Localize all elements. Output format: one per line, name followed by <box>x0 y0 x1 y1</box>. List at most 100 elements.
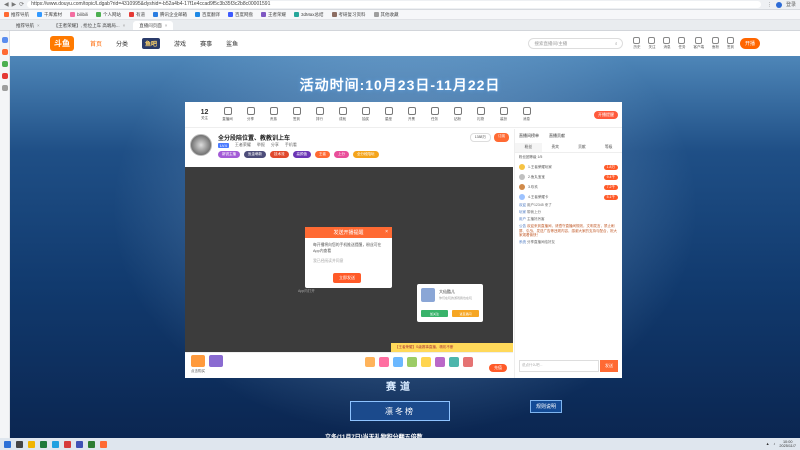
folder-icon[interactable] <box>28 440 35 448</box>
recommend-avatar[interactable] <box>421 288 435 302</box>
toolbar-follow[interactable]: 12 关注 <box>193 109 216 121</box>
anchor-avatar[interactable] <box>190 134 212 156</box>
nav-esports[interactable]: 赛事 <box>200 39 212 48</box>
tab-level[interactable]: 等级 <box>595 143 622 152</box>
send-button[interactable]: 发送 <box>600 360 618 372</box>
network-icon[interactable]: ▲ <box>766 442 770 446</box>
send-reminder-button[interactable]: 立即发送 <box>333 273 361 283</box>
category-link[interactable]: 王者荣耀 <box>235 142 251 148</box>
toolbar-star[interactable]: 星座 <box>377 107 400 122</box>
close-icon[interactable]: × <box>123 23 126 28</box>
toolbar-lottery[interactable]: 抽奖 <box>354 107 377 122</box>
tab-3[interactable]: 直播间页面 × <box>133 21 174 30</box>
nav-category[interactable]: 分类 <box>116 39 128 48</box>
gift-item[interactable] <box>191 355 205 367</box>
toolbar-dress[interactable]: 装扮 <box>492 107 515 122</box>
app-icon[interactable] <box>64 440 71 448</box>
toolbar-diamond[interactable]: 钻粉 <box>446 107 469 122</box>
gift-item[interactable] <box>407 357 417 367</box>
checkin-button[interactable]: 签到 <box>726 37 734 50</box>
list-item[interactable]: 1.王者荣耀玩家 1.8万 <box>515 162 622 172</box>
toolbar-rank[interactable]: 排行 <box>308 107 331 122</box>
history-button[interactable]: 历史 <box>633 37 641 50</box>
client-button[interactable]: 客户端 <box>693 37 704 50</box>
url-field[interactable]: https://www.douyu.com/topic/Ldgab?rid=43… <box>27 1 761 8</box>
close-icon[interactable]: × <box>37 23 40 28</box>
sidebar-app-icon[interactable] <box>2 37 8 43</box>
toolbar-achievement[interactable]: 成就 <box>331 107 354 122</box>
toolbar-noble[interactable]: 贵族 <box>262 107 285 122</box>
bookmark-item[interactable]: 考研复习资料 <box>331 12 366 18</box>
mobile-link[interactable]: 手机看 <box>285 142 297 148</box>
bookmark-item[interactable]: 其他收藏 <box>373 12 399 18</box>
nav-games[interactable]: 游戏 <box>174 39 186 48</box>
rank-button[interactable]: 凛冬榜 <box>350 401 450 421</box>
follow-button[interactable]: 关注 <box>648 37 656 50</box>
start-stream-button[interactable]: 开播 <box>739 38 760 49</box>
charge-button[interactable]: 充值 <box>489 364 507 372</box>
app-icon[interactable] <box>76 440 83 448</box>
bookmark-item[interactable]: 腾讯企业邮箱 <box>153 12 187 18</box>
sidebar-app-icon[interactable] <box>2 61 8 67</box>
toolbar-share[interactable]: 分享 <box>239 107 262 122</box>
agree-checkbox[interactable]: 我已经阅读并同意 <box>305 259 392 270</box>
contribution-tab[interactable]: 直播贡献 <box>549 133 565 139</box>
chat-input[interactable]: 说点什么吧... <box>519 360 599 372</box>
gift-item[interactable] <box>463 357 473 367</box>
nav-home[interactable]: 首页 <box>90 39 102 48</box>
toolbar-room[interactable]: 直播间 <box>216 107 239 122</box>
bookmark-item[interactable]: 个人网站 <box>96 12 121 18</box>
toolbar-team[interactable]: 开黑 <box>400 107 423 122</box>
list-item[interactable]: 2.鱼丸宝宝 9.4千 <box>515 172 622 182</box>
bookmark-item[interactable]: bilibili <box>70 12 88 17</box>
clock[interactable]: 10:00 2025/11/7 <box>779 440 796 448</box>
tab-2[interactable]: 【王者荣耀】, 抢位上车 高端局... × <box>48 21 132 30</box>
list-item[interactable]: 3.玖玖 7.2千 <box>515 182 622 192</box>
bookmark-item[interactable]: 推荐导航 <box>4 12 29 18</box>
nav-yuba[interactable]: 鱼吧 <box>142 38 161 49</box>
bookmark-item[interactable]: 有道 <box>129 12 145 18</box>
tab-1[interactable]: 推荐导航 × <box>10 21 46 30</box>
forward-icon[interactable]: ▶ <box>12 1 17 8</box>
tab-contribution[interactable]: 贡献 <box>569 143 596 152</box>
bookmark-item[interactable]: 王者荣耀 <box>261 12 286 18</box>
volume-icon[interactable]: ♪ <box>773 442 775 446</box>
nav-shark[interactable]: 鲨鱼 <box>226 39 238 48</box>
gift-item[interactable] <box>435 357 445 367</box>
bookmark-item[interactable]: 百度网盘 <box>228 12 253 18</box>
gift-item[interactable] <box>379 357 389 367</box>
bookmark-item[interactable]: 千库素材 <box>37 12 62 18</box>
rank-tab[interactable]: 直播间榜单 <box>519 133 539 139</box>
douyu-logo[interactable]: 斗鱼 <box>50 36 74 51</box>
gift-item[interactable] <box>421 357 431 367</box>
search-icon[interactable]: ⌕ <box>615 41 618 46</box>
browser-icon[interactable] <box>100 440 107 448</box>
close-icon[interactable]: × <box>385 229 388 235</box>
list-item[interactable]: 粉丝团等级 1/5 <box>515 153 622 162</box>
toolbar-task[interactable]: 任务 <box>423 107 446 122</box>
refresh-icon[interactable]: ⟳ <box>19 1 24 8</box>
report-link[interactable]: 举报 <box>257 142 265 148</box>
recommend-enter-button[interactable]: 进直播间 <box>452 310 479 317</box>
video-player[interactable]: 发送开播提醒 × 每开播将向您的手机推送提醒，粉丝可在App内查看 我已经阅读并同… <box>185 167 513 352</box>
bookmark-item[interactable]: 百度翻译 <box>195 12 220 18</box>
tab-vip[interactable]: 贵宾 <box>542 143 569 152</box>
bookmark-item[interactable]: 3dMax总结 <box>294 12 324 18</box>
sidebar-app-icon[interactable] <box>2 49 8 55</box>
gift-item[interactable] <box>365 357 375 367</box>
wechat-icon[interactable] <box>88 440 95 448</box>
toolbar-gift[interactable]: 礼物 <box>469 107 492 122</box>
messages-button[interactable]: 消息 <box>663 37 671 50</box>
fans-button[interactable]: 鱼粉 <box>711 37 719 50</box>
gift-item[interactable] <box>209 355 223 367</box>
rules-button[interactable]: 规则说明 <box>530 400 563 413</box>
tab-fans[interactable]: 粉丝 <box>515 143 542 152</box>
subscribe-button[interactable]: 订阅 <box>494 133 509 142</box>
recommend-follow-button[interactable]: 加关注 <box>421 310 448 317</box>
extension-icon[interactable]: ⋮ <box>767 2 772 8</box>
stream-reminder-badge[interactable]: 开播提醒 <box>594 110 618 119</box>
back-icon[interactable]: ◀ <box>4 1 9 8</box>
toolbar-message[interactable]: 消息 <box>515 107 538 122</box>
toolbar-checkin[interactable]: 签到 <box>285 107 308 122</box>
search-input[interactable]: 搜索直播间/主播 ⌕ <box>528 38 624 49</box>
